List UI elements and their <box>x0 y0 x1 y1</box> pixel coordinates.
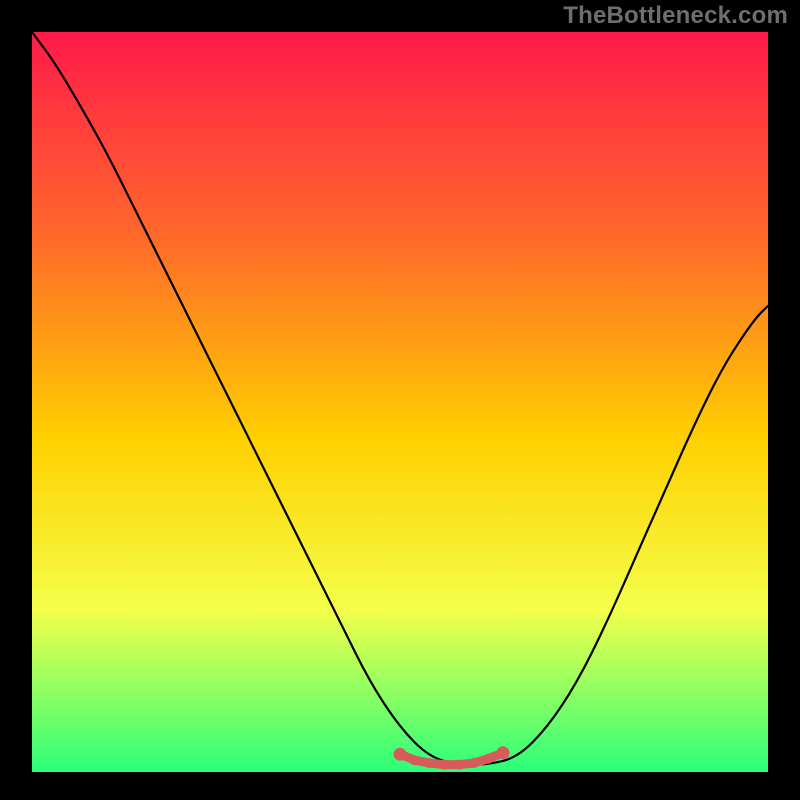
min-marker <box>439 760 449 770</box>
chart-frame: TheBottleneck.com <box>0 0 800 800</box>
min-marker <box>497 746 510 759</box>
min-marker <box>394 748 407 761</box>
min-marker <box>424 758 434 768</box>
attribution-label: TheBottleneck.com <box>563 2 788 30</box>
min-marker <box>483 754 493 764</box>
plot-area <box>32 32 768 772</box>
gradient-background <box>32 32 768 772</box>
min-marker <box>410 755 420 765</box>
chart-svg <box>32 32 768 772</box>
min-marker <box>469 758 479 768</box>
min-marker <box>454 760 464 770</box>
